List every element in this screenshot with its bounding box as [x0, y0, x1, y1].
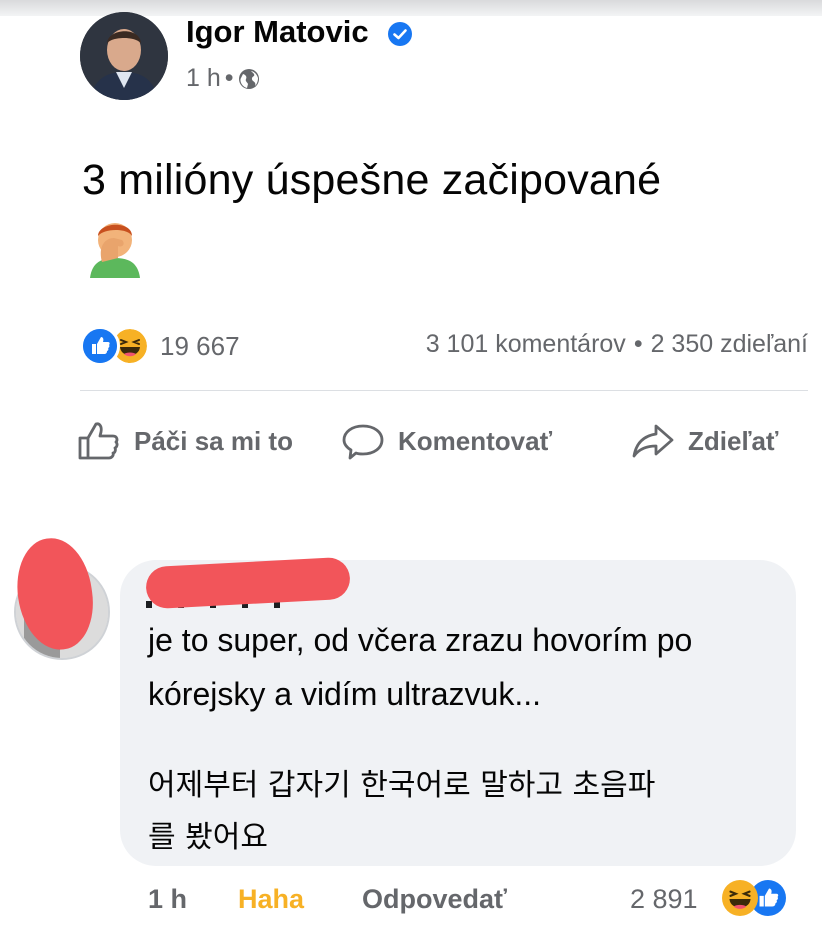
verified-badge-icon: [388, 22, 412, 46]
reaction-summary[interactable]: 19 667: [80, 326, 240, 366]
comment-text-line: je to super, od včera zrazu hovorím po: [148, 622, 693, 658]
comment-count[interactable]: 3 101 komentárov: [426, 330, 626, 359]
comment-reactions[interactable]: [722, 880, 786, 916]
globe-icon: [238, 68, 259, 89]
author-name[interactable]: Igor Matovic: [186, 14, 369, 50]
post-time[interactable]: 1 h: [186, 64, 221, 93]
share-arrow-icon: [632, 424, 674, 458]
thumbs-up-icon: [78, 422, 119, 460]
like-button[interactable]: Páči sa mi to: [76, 418, 293, 464]
like-reaction-icon: [80, 326, 120, 366]
divider: [80, 390, 808, 391]
meta-separator: •: [224, 64, 234, 92]
comment-time[interactable]: 1 h: [148, 884, 187, 915]
comment-button[interactable]: Komentovať: [340, 418, 552, 464]
author-avatar[interactable]: [80, 12, 168, 100]
like-label: Páči sa mi to: [134, 425, 293, 456]
post-meta: 1 h •: [186, 64, 260, 93]
facepalm-emoji: [90, 223, 140, 278]
comment-text-line: 어제부터 갑자기 한국어로 말하고 초음파: [148, 768, 656, 803]
comment-reaction-label[interactable]: Haha: [238, 884, 304, 915]
stats-separator: •: [633, 330, 643, 358]
reply-button[interactable]: Odpovedať: [362, 884, 507, 915]
share-label: Zdieľať: [688, 425, 779, 456]
avatar-photo: [80, 12, 168, 100]
haha-reaction-icon: [722, 880, 758, 916]
comment-text-line: kórejsky a vidím ultrazvuk...: [148, 676, 541, 712]
comment-reaction-count[interactable]: 2 891: [630, 884, 698, 915]
post-stats: 3 101 komentárov • 2 350 zdieľaní: [426, 330, 808, 359]
reaction-count: 19 667: [160, 330, 240, 361]
share-count[interactable]: 2 350 zdieľaní: [651, 330, 808, 359]
comment-bubble-icon: [342, 424, 384, 460]
share-button[interactable]: Zdieľať: [630, 418, 778, 464]
comment-text-line: 를 봤어요: [148, 820, 268, 855]
post-text: 3 milióny úspešne začipované: [82, 156, 662, 204]
comment-label: Komentovať: [398, 425, 553, 456]
